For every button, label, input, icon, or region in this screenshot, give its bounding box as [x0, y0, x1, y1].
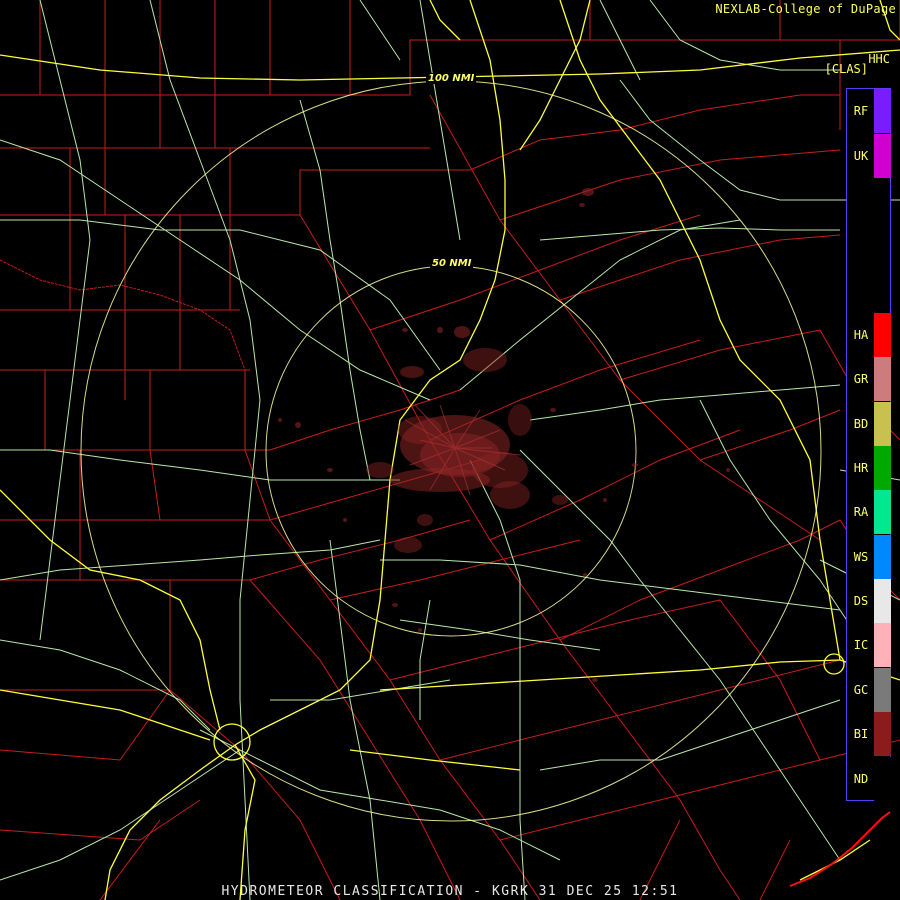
legend-label-rf: RF — [853, 104, 869, 118]
legend-label-ic: IC — [853, 638, 869, 652]
legend-label-ra: RA — [853, 505, 869, 519]
legend-swatch-ds — [874, 579, 891, 623]
legend-label-bi: BI — [853, 727, 869, 741]
legend-swatch-ic — [874, 623, 891, 667]
product-code: HHC — [868, 52, 890, 66]
legend-swatch-uk — [874, 134, 891, 178]
legend-label-gc: GC — [853, 683, 869, 697]
range-ring-label-50: 50 NMI — [430, 258, 474, 269]
legend-swatch-hr — [874, 446, 891, 490]
legend-label-ha: HA — [853, 328, 869, 342]
legend-swatch-bi — [874, 712, 891, 756]
legend-swatch-ra — [874, 490, 891, 534]
legend-label-gr: GR — [853, 372, 869, 386]
legend-label-uk: UK — [853, 149, 869, 163]
legend-swatch-gr — [874, 357, 891, 401]
product-caption: HYDROMETEOR CLASSIFICATION - KGRK 31 DEC… — [221, 884, 679, 899]
class-label: [CLAS] — [824, 62, 868, 76]
legend-label-ws: WS — [853, 550, 869, 564]
legend-label-nd: ND — [853, 772, 869, 786]
legend-label-bd: BD — [853, 417, 869, 431]
legend-swatch-gc — [874, 668, 891, 712]
range-ring-label-100: 100 NMI — [426, 73, 477, 84]
legend-swatch-nd — [874, 757, 891, 801]
legend-swatch-rf — [874, 89, 891, 133]
radar-map — [0, 0, 900, 900]
legend-label-ds: DS — [853, 594, 869, 608]
coastline — [789, 811, 891, 887]
legend-swatch-ha — [874, 313, 891, 357]
legend-label-hr: HR — [853, 461, 869, 475]
credit-label: NEXLAB-College of DuPage — [715, 2, 896, 16]
legend-swatch-ws — [874, 535, 891, 579]
legend-swatch-bd — [874, 402, 891, 446]
